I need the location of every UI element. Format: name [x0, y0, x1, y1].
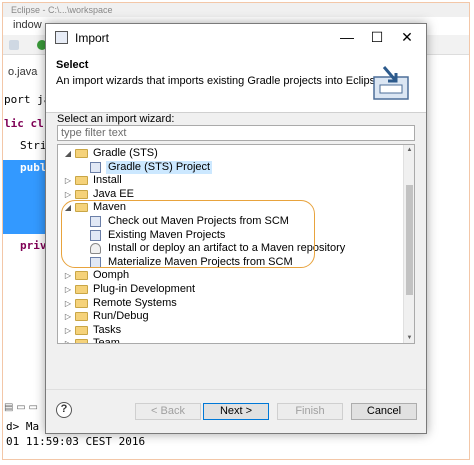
tree-folder-row[interactable]: ◢ Maven [58, 201, 404, 214]
tree-folder-row[interactable]: ◢ Gradle (STS) [58, 147, 404, 160]
wizard-icon [90, 229, 101, 241]
select-wizard-label: Select an import wizard: [57, 113, 175, 125]
tree-item-row[interactable]: Materialize Maven Projects from SCM [58, 256, 404, 269]
tree-row-label: Check out Maven Projects from SCM [108, 215, 289, 227]
filter-input[interactable] [57, 125, 415, 141]
folder-icon [75, 189, 88, 199]
import-window-icon [55, 31, 68, 44]
tree-item-row[interactable]: Check out Maven Projects from SCM [58, 215, 404, 228]
dialog-titlebar: Import — ☐ ✕ [46, 24, 426, 51]
tree-folder-row[interactable]: ▷ Team [58, 337, 404, 344]
wizard-page-title: Select [56, 59, 89, 71]
folder-icon [75, 298, 88, 308]
expanded-arrow-icon[interactable]: ◢ [64, 201, 72, 214]
expanded-arrow-icon[interactable]: ◢ [64, 147, 72, 160]
tree-row-label: Gradle (STS) [93, 147, 158, 159]
tree-row-label: Oomph [93, 269, 130, 282]
help-button[interactable]: ? [56, 402, 72, 418]
close-button[interactable]: ✕ [394, 27, 420, 47]
tree-folder-row[interactable]: ▷ Install [58, 174, 404, 187]
wizard-page-description: An import wizards that imports existing … [56, 75, 385, 87]
tree-folder-row[interactable]: ▷ Java EE [58, 188, 404, 201]
wizard-icon [90, 161, 101, 173]
dialog-title: Import [75, 31, 110, 45]
tree-item-row[interactable]: Gradle (STS) Project [58, 160, 404, 174]
import-banner-icon [373, 66, 409, 100]
tree-folder-row[interactable]: ▷ Remote Systems [58, 297, 404, 310]
collapsed-arrow-icon[interactable]: ▷ [64, 283, 72, 296]
collapsed-arrow-icon[interactable]: ▷ [64, 297, 72, 310]
folder-icon [75, 203, 88, 213]
import-dialog: Import — ☐ ✕ Select An import wizards th… [45, 23, 427, 434]
tree-row-label: Existing Maven Projects [108, 228, 226, 241]
collapsed-arrow-icon[interactable]: ▷ [64, 269, 72, 282]
tree-row-label: Install or deploy an artifact to a Maven… [108, 242, 346, 255]
tree-row-label: Team [93, 337, 120, 344]
dialog-footer: ? < Back Next > Finish Cancel [46, 389, 426, 434]
folder-icon [75, 271, 88, 281]
wizard-tree[interactable]: ◢ Gradle (STS) Gradle (STS) Project ▷ Instal… [57, 144, 415, 344]
collapsed-arrow-icon[interactable]: ▷ [64, 337, 72, 343]
scroll-up-arrow[interactable]: ▲ [404, 145, 414, 155]
tree-row-label: Maven [93, 201, 127, 214]
folder-icon [75, 149, 88, 158]
finish-button[interactable]: Finish [277, 403, 343, 420]
tree-row-label: Remote Systems [93, 296, 177, 309]
tree-row-label: Java EE [93, 187, 134, 200]
tree-row-label: Gradle (STS) Project [106, 160, 213, 174]
tree-folder-row[interactable]: ▷ Tasks [58, 324, 404, 337]
collapsed-arrow-icon[interactable]: ▷ [64, 174, 72, 187]
folder-icon [75, 339, 88, 343]
collapsed-arrow-icon[interactable]: ▷ [64, 324, 72, 337]
tree-item-row[interactable]: Existing Maven Projects [58, 229, 404, 242]
folder-icon [75, 325, 88, 335]
wizard-header: Select An import wizards that imports ex… [46, 51, 426, 113]
back-button[interactable]: < Back [135, 403, 201, 420]
folder-icon [75, 312, 88, 322]
folder-icon [75, 176, 88, 186]
tree-folder-row[interactable]: ▷ Oomph [58, 269, 404, 282]
folder-icon [75, 285, 88, 294]
tree-row-label: Run/Debug [93, 310, 149, 323]
maximize-button[interactable]: ☐ [364, 27, 390, 47]
wizard-icon [90, 256, 101, 268]
wizard-icon [90, 216, 101, 227]
deploy-artifact-icon [90, 243, 101, 255]
tree-folder-row[interactable]: ▷ Run/Debug [58, 310, 404, 323]
collapsed-arrow-icon[interactable]: ▷ [64, 310, 72, 323]
collapsed-arrow-icon[interactable]: ▷ [64, 188, 72, 201]
cancel-button[interactable]: Cancel [351, 403, 417, 420]
tree-row-label: Plug-in Development [93, 283, 196, 295]
tree-row-label: Materialize Maven Projects from SCM [108, 255, 293, 268]
minimize-button[interactable]: — [334, 27, 360, 47]
tree-scrollbar[interactable]: ▲ ▼ [403, 145, 414, 343]
tree-folder-row[interactable]: ▷ Plug-in Development [58, 283, 404, 296]
scroll-down-arrow[interactable]: ▼ [404, 333, 414, 343]
next-button[interactable]: Next > [203, 403, 269, 420]
tree-row-label: Tasks [93, 323, 122, 336]
tree-row-label: Install [93, 174, 122, 187]
scroll-thumb[interactable] [406, 185, 413, 295]
tree-item-row[interactable]: Install or deploy an artifact to a Maven… [58, 242, 404, 255]
